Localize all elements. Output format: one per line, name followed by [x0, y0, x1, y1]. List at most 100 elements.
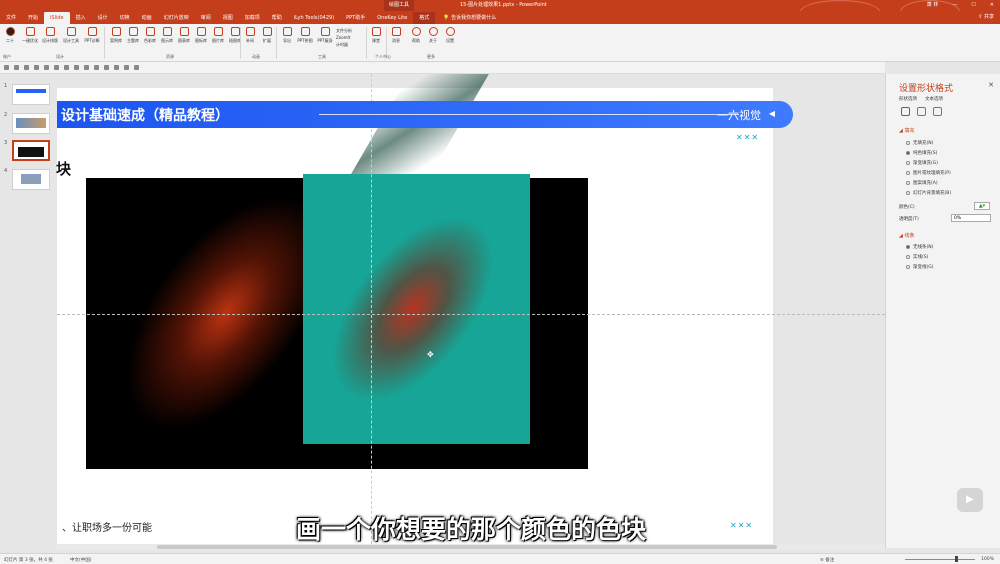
- ribbon-button-extend[interactable]: 扩展: [257, 27, 277, 44]
- fill-color-picker[interactable]: ▲▾: [974, 202, 990, 210]
- banner-line: [319, 114, 739, 115]
- button-label: 图示库: [161, 38, 173, 43]
- file-analysis-button[interactable]: 文件分析: [336, 27, 352, 34]
- slide-thumbnail-2[interactable]: [12, 113, 50, 134]
- ribbon-button-ppt-slim[interactable]: PPT瘦身: [315, 27, 335, 44]
- tab-ppt-helper[interactable]: PPT助手: [340, 12, 371, 24]
- tab-help[interactable]: 帮助: [266, 12, 288, 24]
- zoomit-button[interactable]: ZoomIt: [336, 34, 352, 41]
- zoom-slider[interactable]: [905, 559, 975, 560]
- move-cursor-icon: ✥: [427, 350, 434, 359]
- button-label: 课堂: [372, 38, 380, 43]
- button-label: 帮助: [412, 38, 420, 43]
- slide-thumbnail-4[interactable]: [12, 169, 50, 190]
- close-icon[interactable]: ✕: [988, 81, 994, 89]
- option-label: 无填充(N): [913, 141, 934, 146]
- zoom-slider-knob[interactable]: [955, 556, 958, 562]
- button-label: 图标库: [195, 38, 207, 43]
- tab-shape-options[interactable]: 形状选项: [899, 96, 917, 102]
- ribbon-button-account[interactable]: 二十: [0, 27, 20, 44]
- option-label: 渐变填充(G): [913, 161, 938, 166]
- fill-line-icon[interactable]: [901, 107, 910, 116]
- tab-slideshow[interactable]: 幻灯片放映: [158, 12, 195, 24]
- button-label: 补间: [246, 38, 254, 43]
- ribbon-button-ppt-puzzle[interactable]: PPT拼图: [295, 27, 315, 44]
- timer-button[interactable]: 计时器: [336, 41, 352, 48]
- tab-animations[interactable]: 动画: [136, 12, 158, 24]
- button-label: 设计排版: [42, 38, 58, 43]
- ribbon-button-messages[interactable]: 消息: [386, 27, 406, 44]
- ribbon-button-export[interactable]: 导出: [277, 27, 297, 44]
- radio-solid-fill[interactable]: 纯色填充(S): [906, 150, 937, 156]
- transparency-label: 透明度(T): [899, 217, 919, 222]
- group-icon[interactable]: [64, 65, 69, 70]
- teal-color-block[interactable]: [303, 174, 530, 444]
- tab-ilyh-tools[interactable]: iLyh Tools(0429): [288, 12, 340, 24]
- radio-gradient-fill[interactable]: 渐变填充(G): [906, 160, 938, 166]
- shape-icon[interactable]: [44, 65, 49, 70]
- format-painter-icon[interactable]: [34, 65, 39, 70]
- tab-onekey-lite[interactable]: OneKey Lite: [371, 12, 413, 24]
- tab-review[interactable]: 审阅: [195, 12, 217, 24]
- ribbon-button-design-tools[interactable]: 设计工具: [61, 27, 81, 44]
- line-color-icon[interactable]: [84, 65, 89, 70]
- slide-thumbnail-3[interactable]: [12, 140, 50, 161]
- size-properties-icon[interactable]: [933, 107, 942, 116]
- tab-insert[interactable]: 插入: [70, 12, 92, 24]
- radio-no-line[interactable]: 无线条(N): [906, 244, 933, 250]
- fill-section-header[interactable]: ◢ 填充: [899, 127, 914, 134]
- slide-footer-text[interactable]: 、让职场多一份可能: [62, 519, 152, 534]
- picture-icon[interactable]: [104, 65, 109, 70]
- tab-addins[interactable]: 加载项: [239, 12, 266, 24]
- tab-design[interactable]: 设计: [92, 12, 114, 24]
- slide-thumbnail-1[interactable]: [12, 84, 50, 105]
- transparency-input[interactable]: 0%: [951, 214, 991, 222]
- ribbon-tabs: 文件 开始 iSlide 插入 设计 切换 动画 幻灯片放映 审阅 视图 加载项…: [0, 11, 1000, 24]
- radio-gradient-line[interactable]: 渐变线(G): [906, 264, 934, 270]
- radio-picture-fill[interactable]: 图片或纹理填充(P): [906, 170, 951, 176]
- fill-color-icon[interactable]: [74, 65, 79, 70]
- radio-no-fill[interactable]: 无填充(N): [906, 140, 933, 146]
- notes-button[interactable]: ≡ 备注: [820, 557, 834, 563]
- ribbon-button-layout[interactable]: 设计排版: [40, 27, 60, 44]
- ribbon-button-classroom[interactable]: 课堂: [366, 27, 386, 44]
- button-label: 消息: [392, 38, 400, 43]
- tab-file[interactable]: 文件: [0, 12, 22, 24]
- button-label: PPT瘦身: [317, 38, 333, 43]
- line-section-header[interactable]: ◢ 线条: [899, 232, 914, 239]
- close-icon[interactable]: ✕: [990, 0, 994, 11]
- redo-icon[interactable]: [24, 65, 29, 70]
- maximize-icon[interactable]: ☐: [971, 0, 975, 11]
- radio-pattern-fill[interactable]: 图案填充(A): [906, 180, 938, 186]
- undo-icon[interactable]: [14, 65, 19, 70]
- ribbon-button-settings[interactable]: 设置: [440, 27, 460, 44]
- effects-icon[interactable]: [917, 107, 926, 116]
- crop-icon[interactable]: [114, 65, 119, 70]
- slide-title-banner[interactable]: 设计基础速成（精品教程） 一六视觉 ◀: [57, 101, 793, 128]
- zoom-level[interactable]: 100%: [981, 557, 994, 562]
- horizontal-scrollbar[interactable]: [57, 544, 885, 550]
- text-icon[interactable]: [94, 65, 99, 70]
- radio-solid-line[interactable]: 实线(S): [906, 254, 928, 260]
- ribbon-button-ppt-diagnose[interactable]: PPT诊断: [82, 27, 102, 44]
- slide-heading-fragment[interactable]: 块: [56, 158, 71, 179]
- tab-islide[interactable]: iSlide: [44, 12, 70, 24]
- language-indicator[interactable]: 中文(中国): [70, 557, 92, 563]
- tab-format[interactable]: 格式: [413, 12, 436, 24]
- tab-text-options[interactable]: 文本选项: [925, 96, 943, 102]
- radio-background-fill[interactable]: 幻灯片背景填充(B): [906, 190, 951, 196]
- share-button[interactable]: ⇪ 共享: [978, 11, 994, 23]
- more-icon[interactable]: [134, 65, 139, 70]
- save-icon[interactable]: [4, 65, 9, 70]
- eyedropper-icon[interactable]: [124, 65, 129, 70]
- slide-thumbnail-pane: 1 2 3 4: [0, 74, 57, 548]
- ribbon-button-optimize[interactable]: 一键优化: [20, 27, 40, 44]
- tab-home[interactable]: 开始: [22, 12, 44, 24]
- tab-view[interactable]: 视图: [217, 12, 239, 24]
- button-label: 案例库: [110, 38, 122, 43]
- tab-transitions[interactable]: 切换: [114, 12, 136, 24]
- tell-me-box[interactable]: 💡 告诉我你想要做什么: [443, 12, 496, 24]
- play-button-icon[interactable]: ▶: [957, 488, 983, 512]
- scrollbar-thumb[interactable]: [157, 545, 777, 549]
- align-icon[interactable]: [54, 65, 59, 70]
